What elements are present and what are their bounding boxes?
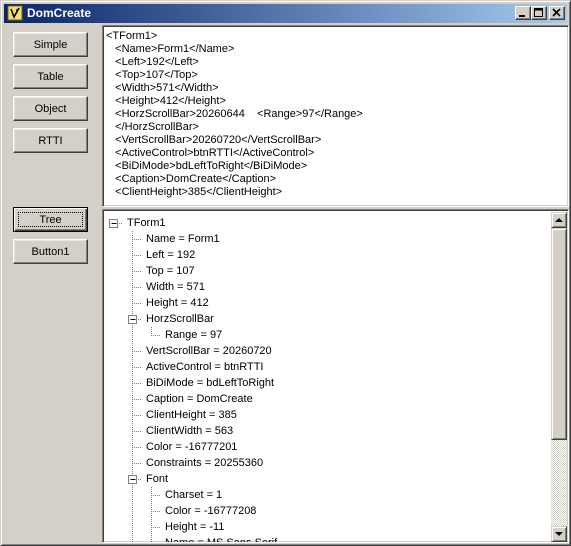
simple-button[interactable]: Simple <box>13 32 88 57</box>
tree-node[interactable]: ClientWidth = 563 <box>146 423 233 439</box>
tree-node[interactable]: TForm1 <box>127 215 166 231</box>
close-button[interactable] <box>549 6 565 20</box>
tree-node[interactable]: ActiveControl = btnRTTI <box>146 359 263 375</box>
tree-view[interactable]: TForm1 Name = Form1 Left = 192 Top = 107 Wid… <box>102 209 569 543</box>
memo-line: <Top>107</Top> <box>106 69 198 81</box>
tree-node[interactable]: Height = 412 <box>146 295 209 311</box>
xml-memo[interactable]: <TForm1> <Name>Form1</Name> <Left>192</L… <box>102 25 569 207</box>
collapse-toggle-icon[interactable] <box>109 219 118 228</box>
memo-line: <ClientHeight>385</ClientHeight> <box>106 186 283 198</box>
tree-node[interactable]: Width = 571 <box>146 279 205 295</box>
memo-line: <HorzScrollBar>20260644 <Range>97</Range… <box>106 108 363 120</box>
arrow-down-icon <box>555 532 563 536</box>
maximize-icon <box>534 8 543 17</box>
tree-node[interactable]: Name = MS Sans Serif <box>165 535 277 542</box>
memo-line: <Width>571</Width> <box>106 82 219 94</box>
tree-node[interactable]: Font <box>146 471 168 487</box>
maximize-button[interactable] <box>531 6 547 20</box>
memo-line: <Height>412</Height> <box>106 95 226 107</box>
tree-node[interactable]: BiDiMode = bdLeftToRight <box>146 375 274 391</box>
tree-node[interactable]: Charset = 1 <box>165 487 222 503</box>
memo-line: <BiDiMode>bdLeftToRight</BiDiMode> <box>106 160 308 172</box>
button1-button[interactable]: Button1 <box>13 239 88 264</box>
arrow-up-icon <box>555 218 563 222</box>
tree-node[interactable]: ClientHeight = 385 <box>146 407 237 423</box>
minimize-icon <box>519 15 525 17</box>
tree-node[interactable]: Height = -11 <box>165 519 224 535</box>
memo-line: </HorzScrollBar> <box>106 121 199 133</box>
delphi-app-icon <box>7 5 23 21</box>
minimize-button[interactable] <box>515 6 531 20</box>
memo-line: <Name>Form1</Name> <box>106 43 235 55</box>
main-window: DomCreate Simple Table Object RTTI Tree … <box>0 0 571 546</box>
tree-node[interactable]: Range = 97 <box>165 327 222 343</box>
tree-node[interactable]: Color = -16777208 <box>165 503 256 519</box>
vertical-scrollbar[interactable] <box>551 212 567 542</box>
memo-line: <Left>192</Left> <box>106 56 199 68</box>
tree-node[interactable]: Constraints = 20255360 <box>146 455 263 471</box>
collapse-toggle-icon[interactable] <box>128 315 137 324</box>
scroll-down-button[interactable] <box>551 526 567 542</box>
memo-line: <Caption>DomCreate</Caption> <box>106 173 276 185</box>
tree-node[interactable]: HorzScrollBar <box>146 311 214 327</box>
tree-node[interactable]: Caption = DomCreate <box>146 391 253 407</box>
tree-node[interactable]: Color = -16777201 <box>146 439 237 455</box>
object-button[interactable]: Object <box>13 96 88 121</box>
tree-node[interactable]: VertScrollBar = 20260720 <box>146 343 272 359</box>
scroll-up-button[interactable] <box>551 212 567 228</box>
tree-node[interactable]: Top = 107 <box>146 263 195 279</box>
tree-button[interactable]: Tree <box>13 207 88 232</box>
collapse-toggle-icon[interactable] <box>128 475 137 484</box>
memo-line: <VertScrollBar>20260720</VertScrollBar> <box>106 134 322 146</box>
memo-line: <ActiveControl>btnRTTI</ActiveControl> <box>106 147 315 159</box>
tree-node[interactable]: Left = 192 <box>146 247 195 263</box>
window-title: DomCreate <box>27 6 92 20</box>
tree-button-label: Tree <box>18 212 83 227</box>
table-button[interactable]: Table <box>13 64 88 89</box>
scroll-thumb[interactable] <box>551 228 567 440</box>
tree-content: TForm1 Name = Form1 Left = 192 Top = 107 Wid… <box>105 212 551 542</box>
memo-line: <TForm1> <box>106 30 158 42</box>
title-bar[interactable]: DomCreate <box>4 4 567 23</box>
tree-node[interactable]: Name = Form1 <box>146 231 220 247</box>
rtti-button[interactable]: RTTI <box>13 128 88 153</box>
close-icon <box>552 8 561 17</box>
